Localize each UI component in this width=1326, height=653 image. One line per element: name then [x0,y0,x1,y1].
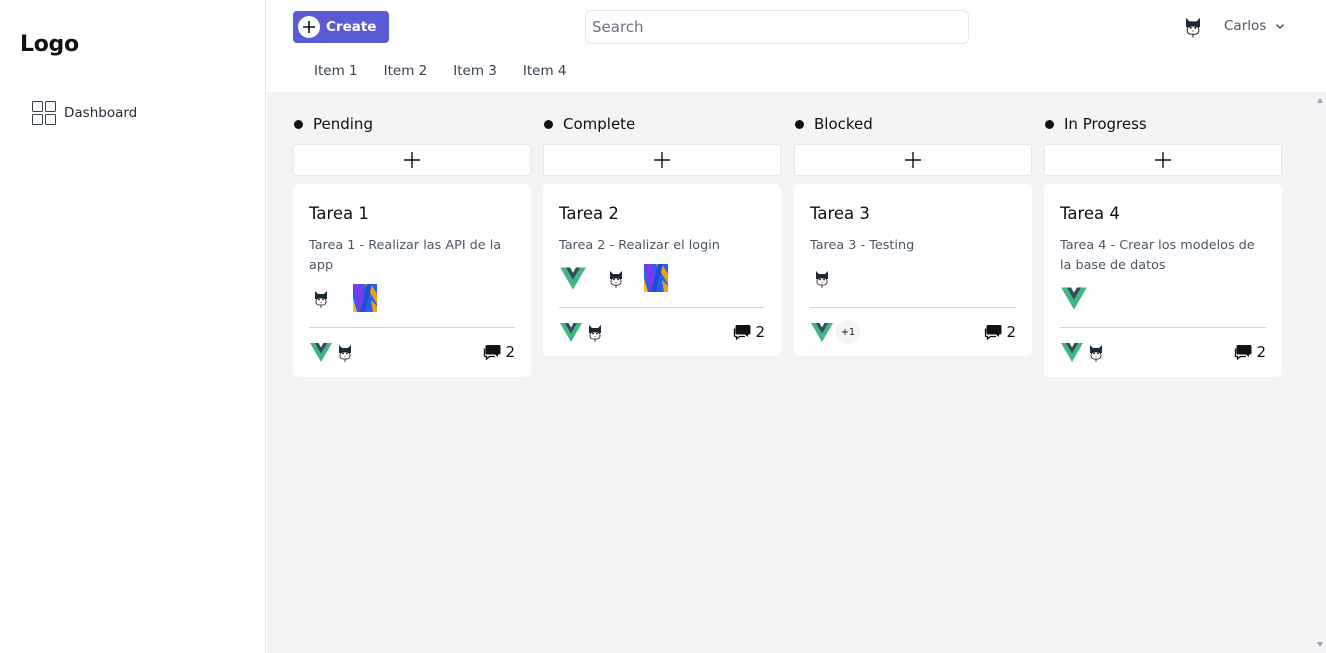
task-card[interactable]: Tarea 4 Tarea 4 - Crear los modelos de l… [1044,184,1282,377]
avatar [1084,340,1108,364]
scroll-down-arrow-icon[interactable] [1317,642,1323,647]
tab-item-1[interactable]: Item 1 [314,63,358,79]
comment-count[interactable]: 2 [1234,343,1266,361]
search-input[interactable] [585,10,969,44]
status-dot [795,119,804,129]
vue-logo-icon [1060,284,1088,312]
card-attachments [810,264,834,292]
chevron-down-icon [1276,23,1285,30]
comment-count[interactable]: 2 [483,343,515,361]
divider [309,327,515,328]
user-name: Carlos [1224,18,1267,34]
tab-item-3[interactable]: Item 3 [453,63,497,79]
card-attachments [309,284,377,312]
kanban-board: Pending Tarea 1 Tarea 1 - Realizar las A… [267,92,1314,653]
avatar [333,340,357,364]
tab-bar: Item 1 Item 2 Item 3 Item 4 [314,63,593,79]
card-members [309,340,357,364]
add-card-button[interactable] [794,144,1032,176]
image-thumbnail[interactable] [644,264,668,292]
create-button[interactable]: Create [293,11,389,43]
divider [810,307,1016,308]
comment-count[interactable]: 2 [733,323,765,341]
task-card[interactable]: Tarea 3 Tarea 3 - Testing +1 2 [794,184,1032,356]
topbar: Create Carlos Item 1 Item 2 Item 3 Item … [267,0,1326,92]
cat-avatar-icon [309,284,333,312]
card-footer: 2 [559,320,765,344]
card-footer: 2 [1060,340,1266,364]
status-dot [544,119,553,129]
plus-icon [403,151,421,169]
card-description: Tarea 3 - Testing [810,238,915,253]
card-description: Tarea 1 - Realizar las API de la app [309,238,502,273]
column-header: Blocked [794,115,873,133]
cat-avatar-icon [810,264,834,292]
status-dot [1045,119,1054,129]
card-description: Tarea 4 - Crear los modelos de la base d… [1060,238,1255,273]
comments-icon [984,324,1002,340]
card-title: Tarea 3 [810,204,870,223]
comments-icon [733,324,751,340]
plus-icon [904,151,922,169]
column-title: In Progress [1064,115,1147,133]
divider [559,307,765,308]
vue-logo-icon [1060,340,1084,364]
vue-logo-icon [559,264,587,292]
card-members [559,320,607,344]
sidebar-item-dashboard[interactable]: Dashboard [32,101,137,125]
column-title: Blocked [814,115,873,133]
add-card-button[interactable] [543,144,781,176]
avatar [583,320,607,344]
grid-icon [32,101,56,125]
add-card-button[interactable] [1044,144,1282,176]
task-card[interactable]: Tarea 1 Tarea 1 - Realizar las API de la… [293,184,531,377]
column-header: In Progress [1044,115,1147,133]
plus-icon [298,16,320,38]
vertical-scrollbar[interactable] [1314,92,1326,653]
column-title: Complete [563,115,636,133]
scroll-up-arrow-icon[interactable] [1317,98,1323,103]
logo: Logo [20,32,79,57]
card-attachments [559,264,668,292]
cat-avatar-icon [604,264,628,292]
card-footer: +1 2 [810,320,1016,344]
tab-item-4[interactable]: Item 4 [523,63,567,79]
vue-logo-icon [810,320,834,344]
card-description: Tarea 2 - Realizar el login [559,238,720,253]
card-attachments [1060,284,1088,312]
card-members: +1 [810,320,860,344]
plus-icon [1154,151,1172,169]
comment-count[interactable]: 2 [984,323,1016,341]
sidebar: Logo Dashboard [0,0,266,653]
card-title: Tarea 2 [559,204,619,223]
card-members [1060,340,1108,364]
vue-logo-icon [559,320,583,344]
comments-icon [483,344,501,360]
comments-icon [1234,344,1252,360]
comment-count-value: 2 [1006,323,1016,341]
plus-icon [653,151,671,169]
comment-count-value: 2 [755,323,765,341]
sidebar-item-label: Dashboard [64,105,138,121]
create-label: Create [326,19,377,35]
tab-item-2[interactable]: Item 2 [384,63,428,79]
image-thumbnail[interactable] [353,284,377,312]
add-card-button[interactable] [293,144,531,176]
user-menu[interactable]: Carlos [1179,12,1286,40]
card-title: Tarea 1 [309,204,369,223]
card-footer: 2 [309,340,515,364]
vue-logo-icon [309,340,333,364]
divider [1060,327,1266,328]
card-title: Tarea 4 [1060,204,1120,223]
comment-count-value: 2 [1256,343,1266,361]
column-header: Complete [543,115,635,133]
avatar [1179,12,1207,40]
comment-count-value: 2 [505,343,515,361]
column-header: Pending [293,115,373,133]
column-title: Pending [313,115,373,133]
extra-members-badge[interactable]: +1 [836,320,860,344]
status-dot [294,119,303,129]
task-card[interactable]: Tarea 2 Tarea 2 - Realizar el login 2 [543,184,781,356]
